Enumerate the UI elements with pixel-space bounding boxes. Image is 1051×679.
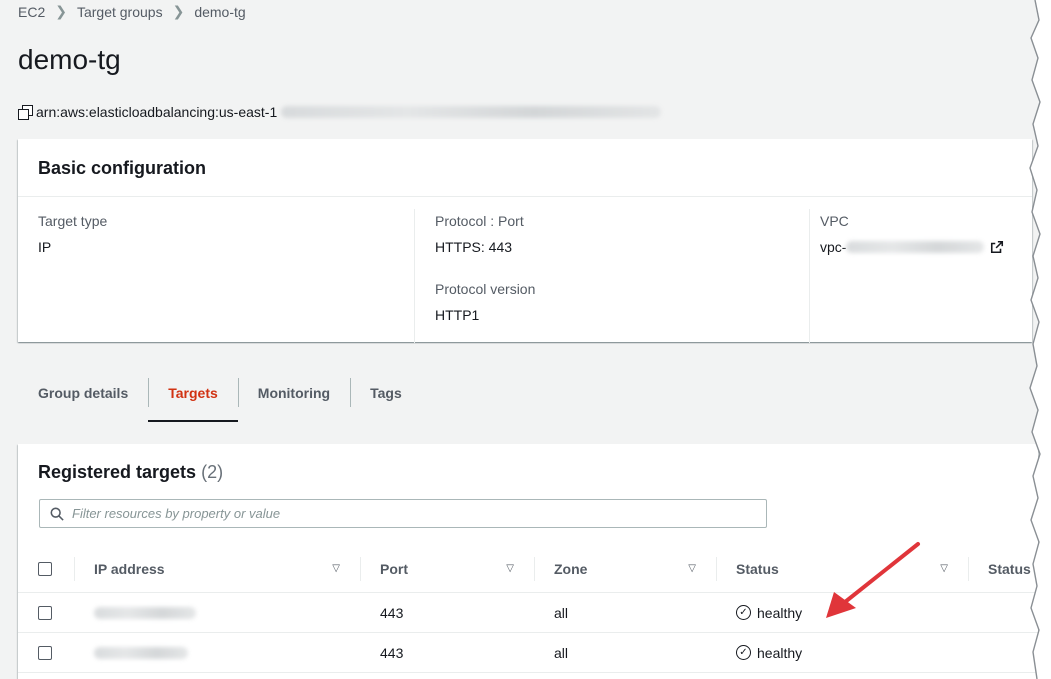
filter-box[interactable] [39, 499, 767, 528]
zone-cell: all [554, 604, 569, 621]
protocol-version-label: Protocol version [435, 281, 536, 297]
breadcrumb-target-groups[interactable]: Target groups [77, 4, 163, 20]
chevron-right-icon: ❯ [172, 3, 185, 19]
ip-address-cell [74, 633, 360, 672]
healthy-check-icon: ✓ [736, 605, 751, 620]
target-type-column: Target type IP [18, 209, 414, 343]
basic-configuration-panel: Basic configuration Target type IP Proto… [18, 139, 1032, 343]
zone-cell: all [554, 644, 569, 661]
column-label: IP address [94, 560, 165, 577]
arn-text: arn:aws:elasticloadbalancing:us-east-1 [36, 104, 278, 120]
torn-edge [1029, 0, 1051, 679]
status-health: ✓ healthy [736, 645, 802, 661]
port-cell: 443 [380, 604, 404, 621]
column-header-ip[interactable]: IP address ▽ [74, 545, 360, 592]
breadcrumb: EC2 ❯ Target groups ❯ demo-tg [18, 3, 246, 20]
vpc-column: VPC vpc- [809, 209, 1031, 343]
row-select-cell [18, 633, 74, 672]
protocol-column: Protocol : Port HTTPS: 443 Protocol vers… [414, 209, 809, 343]
tab-bar: Group details Targets Monitoring Tags [18, 378, 422, 422]
page-title: demo-tg [18, 44, 121, 75]
sort-icon[interactable]: ▽ [332, 563, 340, 574]
sort-icon[interactable]: ▽ [688, 563, 696, 574]
vpc-prefix: vpc- [820, 239, 847, 255]
registered-targets-title: Registered targets (2) [18, 444, 1038, 483]
port-cell: 443 [380, 644, 404, 661]
status-text: healthy [757, 644, 803, 661]
vpc-redacted [846, 241, 985, 253]
filter-input[interactable] [72, 506, 732, 521]
registered-targets-label: Registered targets [38, 462, 197, 482]
column-label: Status [736, 560, 779, 577]
arn-row: arn:aws:elasticloadbalancing:us-east-1 [18, 104, 662, 120]
chevron-right-icon: ❯ [55, 3, 67, 19]
select-all-cell [18, 545, 74, 592]
protocol-port-value: HTTPS: 443 [435, 239, 513, 255]
column-label: Zone [554, 560, 588, 577]
breadcrumb-ec2[interactable]: EC2 [18, 4, 45, 20]
ip-redacted [94, 606, 196, 619]
protocol-port-label: Protocol : Port [435, 213, 524, 229]
tab-tags[interactable]: Tags [350, 378, 422, 422]
breadcrumb-current: demo-tg [194, 3, 246, 20]
basic-configuration-title: Basic configuration [18, 139, 1032, 197]
arn-redacted [281, 106, 662, 118]
external-link-icon[interactable] [990, 240, 1004, 254]
tab-monitoring[interactable]: Monitoring [237, 378, 350, 422]
healthy-check-icon: ✓ [736, 645, 751, 660]
protocol-version-value: HTTP1 [435, 307, 480, 323]
target-type-value: IP [38, 239, 52, 255]
table-row[interactable]: 443 all ✓ healthy [18, 633, 1038, 673]
sort-icon[interactable]: ▽ [506, 563, 514, 574]
status-text: healthy [757, 604, 803, 621]
column-label: Port [380, 560, 408, 577]
vpc-link[interactable]: vpc- [820, 239, 1011, 255]
tab-targets[interactable]: Targets [148, 378, 238, 422]
row-select-cell [18, 593, 74, 632]
row-checkbox[interactable] [38, 645, 52, 660]
sort-icon[interactable]: ▽ [940, 563, 948, 574]
row-checkbox[interactable] [38, 605, 52, 620]
status-health: ✓ healthy [736, 605, 802, 621]
ip-address-cell [74, 593, 360, 632]
copy-icon[interactable] [18, 105, 33, 120]
vpc-label: VPC [820, 213, 849, 229]
status-cell: ✓ healthy [716, 633, 968, 672]
ip-redacted [94, 646, 188, 659]
column-header-zone[interactable]: Zone ▽ [534, 545, 716, 592]
select-all-checkbox[interactable] [38, 561, 52, 576]
annotation-arrow-icon [826, 542, 920, 618]
registered-targets-count: (2) [201, 462, 224, 482]
target-type-label: Target type [38, 213, 108, 229]
search-icon [50, 507, 64, 521]
column-header-port[interactable]: Port ▽ [360, 545, 534, 592]
tab-group-details[interactable]: Group details [18, 378, 148, 422]
